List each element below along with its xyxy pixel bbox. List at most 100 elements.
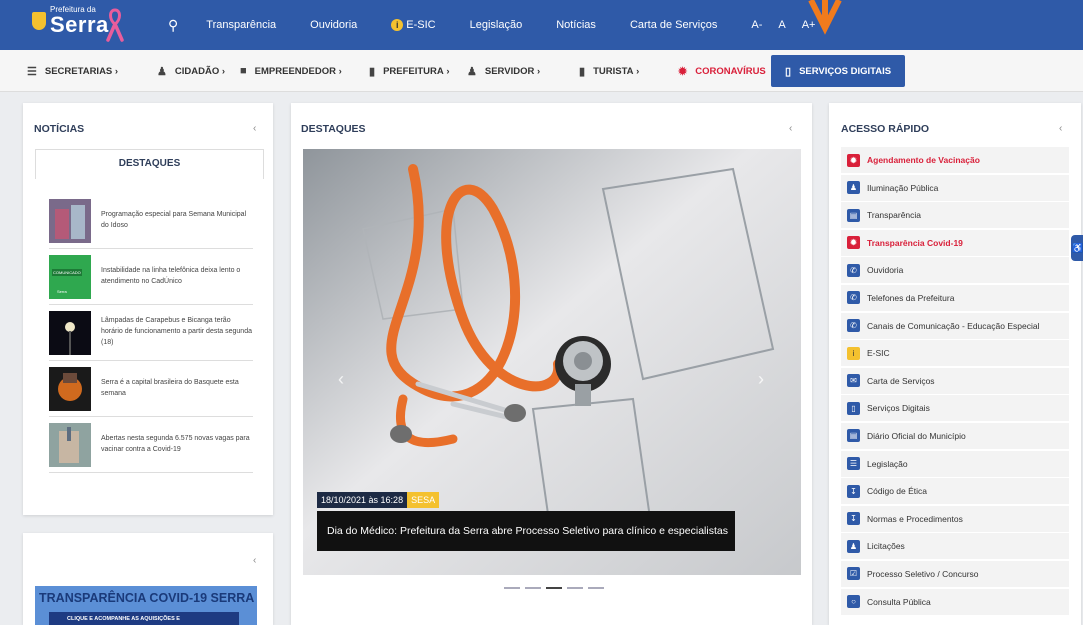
quick-item-transparencia[interactable]: ▤ Transparência — [841, 202, 1069, 229]
quick-item-label: Ouvidoria — [867, 265, 904, 276]
carousel-prev-button[interactable]: ‹ — [338, 369, 344, 390]
office-icon: ▮ — [369, 65, 376, 78]
list-item[interactable]: Programação especial para Semana Municip… — [49, 193, 253, 249]
document-icon: ▤ — [847, 208, 860, 222]
quick-item-licitacoes[interactable]: ♟ Licitações — [841, 533, 1069, 560]
carousel-dot[interactable] — [525, 587, 541, 589]
envelope-icon: ✉ — [847, 374, 860, 388]
quick-item-iluminacao[interactable]: ♟ Iluminação Pública — [841, 174, 1069, 201]
logo-big-text: Serra — [50, 12, 109, 37]
news-item-text: Abertas nesta segunda 6.575 novas vagas … — [101, 434, 250, 453]
font-reset-button[interactable]: A — [778, 19, 785, 31]
nav-carta-servicos[interactable]: Carta de Serviços — [630, 19, 717, 31]
secondary-menu: ☰ SECRETARIAS › ♟ CIDADÃO › ■ EMPREENDEDOR … — [0, 50, 1083, 92]
search-icon[interactable]: ⚲ — [168, 17, 178, 34]
pointer-arrow-icon — [808, 0, 842, 35]
news-thumbnail — [49, 198, 91, 243]
news-list: Programação especial para Semana Municip… — [49, 193, 253, 473]
menu-turista[interactable]: ▮ TURISTA › — [579, 50, 639, 92]
covid-banner-subtitle: CLIQUE E ACOMPANHE AS AQUISIÇÕES E — [49, 612, 239, 625]
quick-item-label: Licitações — [867, 541, 905, 552]
quick-item-normas[interactable]: ↧ Normas e Procedimentos — [841, 505, 1069, 532]
quick-item-label: Telefones da Prefeitura — [867, 292, 955, 303]
list-icon: ☰ — [27, 65, 37, 78]
chat-icon: ○ — [847, 595, 860, 608]
menu-empreendedor-label: EMPREENDEDOR — [254, 65, 336, 77]
quick-item-codigo-etica[interactable]: ↧ Código de Ética — [841, 478, 1069, 505]
quick-item-legislacao[interactable]: ☰ Legislação — [841, 450, 1069, 477]
nav-ouvidoria[interactable]: Ouvidoria — [310, 19, 357, 31]
menu-empreendedor[interactable]: ■ EMPREENDEDOR › — [240, 50, 342, 92]
users-icon: ♟ — [847, 539, 860, 553]
menu-servidor[interactable]: ♟ SERVIDOR › — [467, 50, 540, 92]
covid-banner-title: TRANSPARÊNCIA COVID-19 SERRA — [39, 591, 255, 605]
news-panel-title: NOTÍCIAS — [34, 123, 85, 135]
caption-title[interactable]: Dia do Médico: Prefeitura da Serra abre … — [317, 511, 735, 551]
quick-item-servicos-digitais[interactable]: ▯ Serviços Digitais — [841, 395, 1069, 422]
list-item[interactable]: Serra é a capital brasileira do Basquete… — [49, 361, 253, 417]
covid-transparency-banner[interactable]: TRANSPARÊNCIA COVID-19 SERRA CLIQUE E AC… — [35, 586, 257, 625]
menu-prefeitura[interactable]: ▮ PREFEITURA › — [369, 50, 450, 92]
quick-item-carta[interactable]: ✉ Carta de Serviços — [841, 367, 1069, 394]
covid-banner-panel: ‹ TRANSPARÊNCIA COVID-19 SERRA CLIQUE E … — [23, 533, 273, 625]
carousel-dot[interactable] — [504, 587, 520, 589]
nav-esic[interactable]: i E-SIC — [391, 19, 436, 31]
news-item-text: Instabilidade na linha telefônica deixa … — [101, 266, 241, 285]
quick-item-canais[interactable]: ✆ Canais de Comunicação - Educação Especi… — [841, 312, 1069, 339]
quick-item-label: Canais de Comunicação - Educação Especia… — [867, 320, 1040, 331]
carousel-dot[interactable] — [567, 587, 583, 589]
menu-secretarias[interactable]: ☰ SECRETARIAS › — [27, 50, 118, 92]
news-thumbnail: COMUNICADO Serra — [49, 254, 91, 299]
checkbox-icon: ☑ — [847, 567, 860, 581]
city-logo[interactable]: Prefeitura da Serra — [32, 6, 109, 36]
users-icon: ♟ — [157, 65, 167, 78]
highlights-carousel[interactable]: ‹ › 18/10/2021 às 16:28 SESA Dia do Médi… — [303, 149, 801, 575]
quick-item-processo-seletivo[interactable]: ☑ Processo Seletivo / Concurso — [841, 560, 1069, 587]
news-thumbnail — [49, 366, 91, 411]
quick-item-agendamento[interactable]: ✹ Agendamento de Vacinação — [841, 147, 1069, 173]
quick-item-label: Normas e Procedimentos — [867, 513, 963, 524]
carousel-dot[interactable] — [588, 587, 604, 589]
pink-ribbon-icon — [106, 8, 124, 42]
list-item[interactable]: Lâmpadas de Carapebus e Bicanga terão ho… — [49, 305, 253, 361]
chevron-left-icon[interactable]: ‹ — [253, 123, 256, 134]
carousel-next-button[interactable]: › — [758, 369, 764, 390]
news-thumbnail — [49, 422, 91, 467]
carousel-dot[interactable] — [546, 587, 562, 589]
quick-item-ouvidoria[interactable]: ✆ Ouvidoria — [841, 257, 1069, 284]
menu-secretarias-label: SECRETARIAS — [44, 65, 113, 77]
phone-icon: ✆ — [847, 263, 860, 277]
quick-item-transparencia-covid[interactable]: ✹ Transparência Covid-19 — [841, 229, 1069, 256]
list-item[interactable]: Abertas nesta segunda 6.575 novas vagas … — [49, 417, 253, 473]
menu-coronavirus[interactable]: ✹ CORONAVÍRUS — [678, 50, 766, 92]
nav-legislacao[interactable]: Legislação — [470, 19, 523, 31]
tab-destaques[interactable]: DESTAQUES — [35, 149, 264, 179]
quick-item-label: Processo Seletivo / Concurso — [867, 568, 979, 579]
quick-item-esic[interactable]: i E-SIC — [841, 340, 1069, 367]
info-icon: i — [847, 346, 860, 360]
chevron-left-icon[interactable]: ‹ — [789, 123, 792, 134]
virus-icon: ✹ — [847, 153, 860, 167]
menu-cidadao[interactable]: ♟ CIDADÃO › — [157, 50, 225, 92]
carousel-indicators — [504, 587, 609, 589]
users-icon: ♟ — [847, 181, 860, 195]
thumbnail-logo-text: Serra — [57, 288, 67, 294]
chevron-left-icon[interactable]: ‹ — [253, 555, 256, 566]
virus-icon: ✹ — [847, 236, 860, 250]
download-icon: ↧ — [847, 484, 860, 498]
menu-coronavirus-label: CORONAVÍRUS — [695, 65, 766, 77]
caption-tag: SESA — [407, 492, 440, 508]
quick-item-diario[interactable]: ▤ Diário Oficial do Município — [841, 422, 1069, 449]
menu-servicos-digitais-button[interactable]: ▯ SERVIÇOS DIGITAIS — [771, 55, 906, 87]
quick-item-consulta-publica[interactable]: ○ Consulta Pública — [841, 588, 1069, 615]
nav-transparencia[interactable]: Transparência — [206, 19, 276, 31]
building-icon: ■ — [240, 65, 247, 77]
list-item[interactable]: COMUNICADO Serra Instabilidade na linha … — [49, 249, 253, 305]
quick-item-telefones[interactable]: ✆ Telefones da Prefeitura — [841, 284, 1069, 311]
virus-icon: ✹ — [678, 65, 688, 78]
nav-noticias[interactable]: Notícias — [556, 19, 596, 31]
accessibility-side-button[interactable]: ♿ — [1071, 235, 1083, 261]
font-decrease-button[interactable]: A- — [751, 19, 762, 31]
chevron-left-icon[interactable]: ‹ — [1059, 123, 1062, 134]
tablet-icon: ▯ — [847, 401, 860, 415]
